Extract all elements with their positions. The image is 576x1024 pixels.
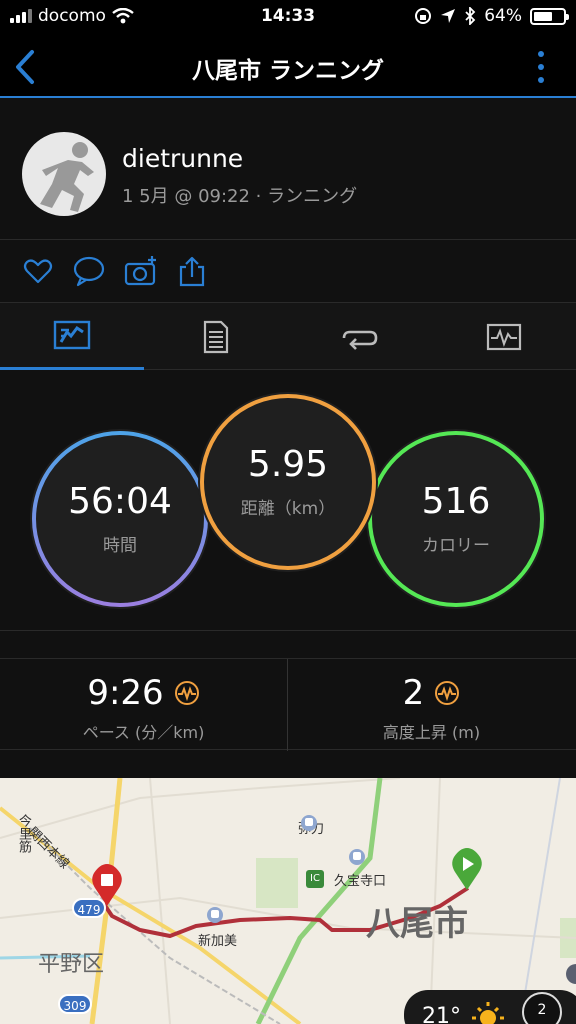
comment-button[interactable] [72,255,105,287]
details-icon [203,320,229,353]
distance-ring-arc [200,394,376,570]
train-station-icon [207,907,223,923]
activity-pulse-icon [174,681,199,705]
pace-label: ペース (分／km) [82,723,205,742]
laps-icon [342,330,378,350]
activity-header: dietrunne 1 5月 @ 09:22 · ランニング [0,100,576,240]
map-label-kyuhoji: 久宝寺口 [334,874,387,889]
pace-value: 9:26 [87,673,164,713]
elevation-value: 2 [402,673,425,713]
summary-rings: 56:04 時間 516 カロリー 5.95 距離（km） [0,371,576,631]
elevation-label: 高度上昇 (m) [382,723,481,742]
calories-ring[interactable]: 516 カロリー [360,423,552,615]
nav-bar: 八尾市 ランニング [0,36,576,98]
battery-icon [530,7,569,25]
camera-add-icon [124,256,156,286]
sun-icon [472,1002,504,1024]
start-marker-icon[interactable] [450,848,484,892]
elevation-metric[interactable]: 2 高度上昇 (m) [288,659,575,751]
tab-stats[interactable] [0,303,144,370]
compass-label: 2 [537,1002,547,1018]
chart-icon [486,323,522,350]
map-edge-badge [566,964,576,984]
page-title: 八尾市 ランニング [191,58,384,84]
runner-icon [40,142,94,212]
time-ring[interactable]: 56:04 時間 [24,423,216,615]
orientation-lock-icon [415,8,432,24]
share-button[interactable] [176,255,208,287]
tab-charts[interactable] [432,303,576,370]
route-map[interactable]: 今里筋 関西本線 弥刀 久宝寺口 新加美 八尾市 平野区 IC 479 309 [0,778,576,1024]
weather-overlay: 21° 2 [404,990,576,1024]
end-marker-icon[interactable] [90,864,124,908]
activity-meta: 1 5月 @ 09:22 · ランニング [122,186,358,207]
train-station-icon [301,815,317,831]
location-icon [441,9,456,23]
activity-pulse-icon [435,681,460,705]
compass-button[interactable]: 2 [522,992,562,1024]
map-label-yao-city: 八尾市 [366,904,468,944]
weather-temperature: 21° [422,1004,461,1024]
train-station-icon [349,849,365,865]
more-menu-button[interactable] [536,48,546,86]
time-ring-arc [32,431,208,607]
add-photo-button[interactable] [124,255,156,287]
route-shield-309: 309 [58,994,92,1014]
status-bar: docomo 14:33 64% [0,0,576,36]
map-label-hirano: 平野区 [38,952,105,977]
tab-laps[interactable] [288,303,432,370]
username[interactable]: dietrunne [122,144,243,173]
map-label-shinkami: 新加美 [198,934,238,949]
bluetooth-icon [465,7,476,25]
share-icon [179,256,205,287]
interchange-badge: IC [306,870,324,888]
status-right: 64% [414,6,569,26]
tab-details[interactable] [144,303,288,370]
distance-ring[interactable]: 5.95 距離（km） [192,386,384,578]
pace-metric[interactable]: 9:26 ペース (分／km) [0,659,287,751]
like-button[interactable] [22,255,54,287]
avatar[interactable] [22,132,106,216]
comment-icon [73,256,105,287]
action-bar [0,241,576,303]
tab-bar [0,303,576,370]
stats-icon [53,320,91,350]
metrics-row: 9:26 ペース (分／km) 2 高度上昇 (m) [0,658,576,751]
heart-icon [23,259,53,284]
calories-ring-arc [368,431,544,607]
battery-percent: 64% [484,6,522,26]
